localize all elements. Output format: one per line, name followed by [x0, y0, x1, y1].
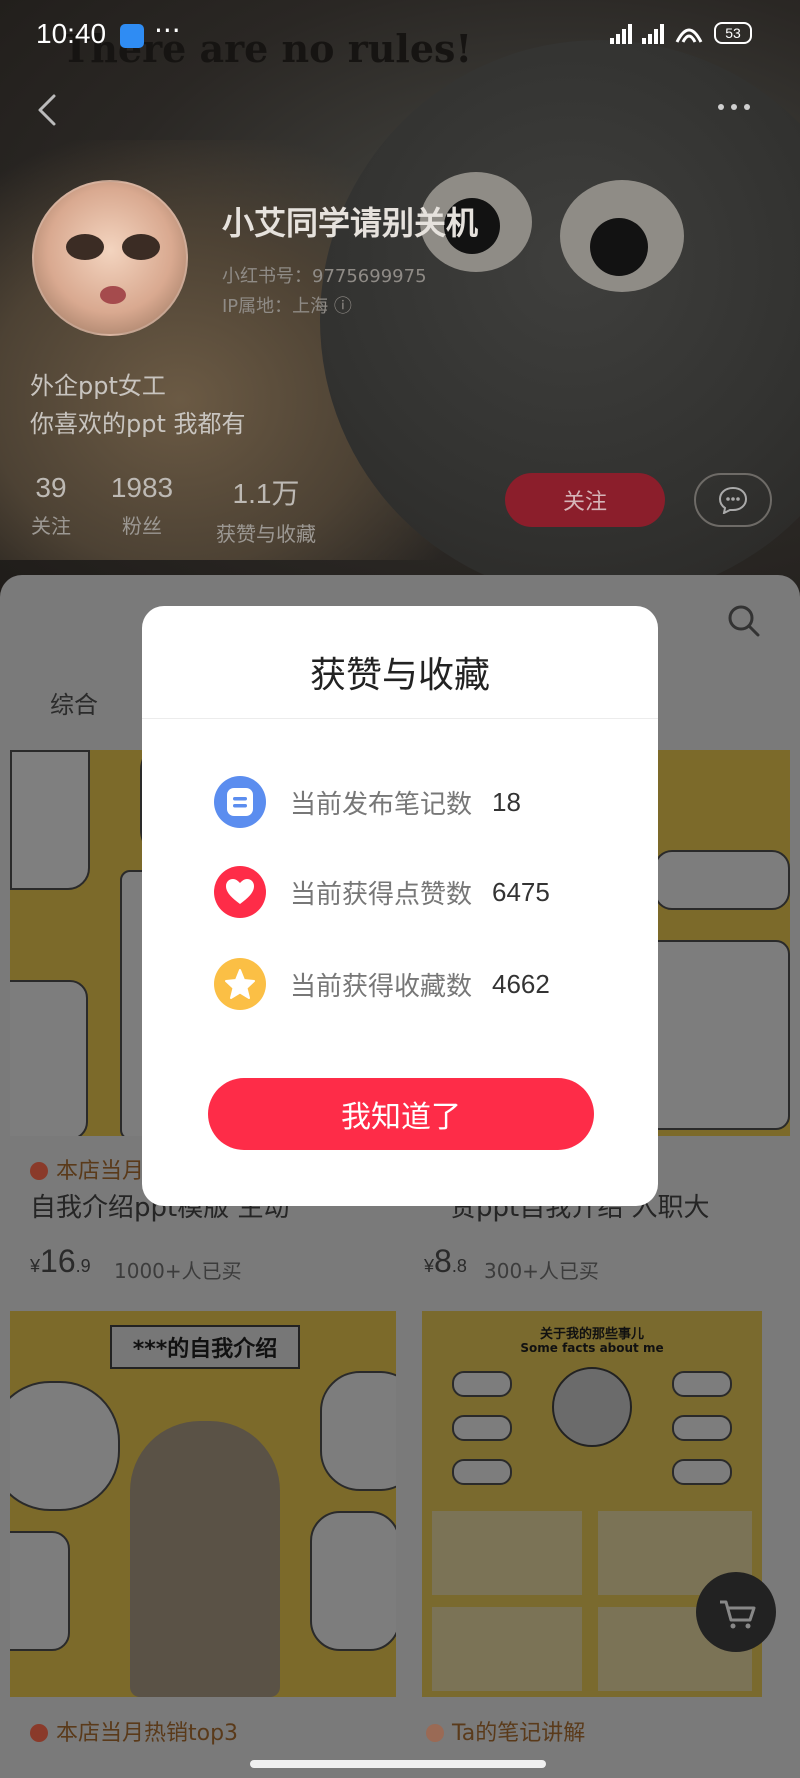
- card-cover-title: ***的自我介绍: [110, 1325, 300, 1369]
- status-time: 10:40: [36, 18, 107, 49]
- product-price: ¥8.8: [424, 1243, 467, 1279]
- shop-badge-icon: [30, 1724, 48, 1742]
- shop-badge-label: 本店当月: [56, 1159, 145, 1184]
- signal-hd-icon: [642, 22, 664, 44]
- chat-icon: [718, 486, 748, 514]
- stat-label: 粉丝: [122, 514, 162, 538]
- cart-icon: [720, 1600, 756, 1629]
- stat-likes-and-saves[interactable]: 1.1万 获赞与收藏: [210, 472, 322, 547]
- wifi-icon: [675, 28, 703, 43]
- notes-count-row: 当前发布笔记数 18: [214, 774, 614, 830]
- shop-badge-icon: [30, 1162, 48, 1180]
- message-button[interactable]: [694, 473, 772, 527]
- dialog-divider: [142, 718, 658, 719]
- profile-bio-line: 你喜欢的ppt 我都有: [30, 410, 246, 438]
- avatar[interactable]: [32, 180, 188, 336]
- follow-button[interactable]: 关注: [505, 473, 665, 527]
- profile-nickname: 小艾同学请别关机: [222, 204, 479, 242]
- likes-count-label: 当前获得点赞数: [290, 879, 473, 910]
- saves-count-value: 4662: [492, 968, 550, 999]
- more-notifications-icon: ···: [154, 14, 181, 47]
- stat-following[interactable]: 39 关注: [30, 472, 72, 539]
- likes-count-value: 6475: [492, 876, 550, 907]
- likes-count-row: 当前获得点赞数 6475: [214, 864, 614, 920]
- likes-and-saves-dialog: 获赞与收藏 当前发布笔记数 18 当前获得点赞数 6475 当前获得收藏数 46…: [142, 606, 658, 1206]
- profile-bio-line: 外企ppt女工: [30, 372, 166, 400]
- stat-value: 1.1万: [232, 478, 300, 509]
- note-badge-label: Ta的笔记讲解: [452, 1721, 586, 1746]
- profile-ip-location[interactable]: IP属地：上海 ⓘ: [222, 292, 352, 318]
- got-it-button[interactable]: 我知道了: [208, 1078, 594, 1150]
- note-icon: [214, 776, 266, 828]
- dialog-title: 获赞与收藏: [309, 655, 490, 696]
- star-icon: [214, 958, 266, 1010]
- note-badge: Ta的笔记讲解: [426, 1715, 585, 1747]
- home-indicator[interactable]: [250, 1760, 546, 1768]
- product-price: ¥16.9: [30, 1243, 91, 1279]
- signal-hd-icon: [610, 22, 632, 44]
- filter-chip-all[interactable]: 综合: [50, 685, 98, 720]
- shop-badge-label: 本店当月热销top3: [56, 1721, 239, 1746]
- cover-person-photo: [130, 1421, 280, 1697]
- status-bar: 10:40 ··· 53: [0, 0, 800, 72]
- saves-count-label: 当前获得收藏数: [290, 971, 473, 1002]
- background-pupil-right: [590, 218, 648, 276]
- card-cover-title: 关于我的那些事儿: [539, 1327, 644, 1342]
- app-notification-icon: [120, 24, 144, 48]
- stat-followers[interactable]: 1983 粉丝: [110, 472, 174, 539]
- profile-red-id: 小红书号：9775699975: [222, 266, 427, 287]
- stat-value: 39: [35, 472, 67, 503]
- saves-count-row: 当前获得收藏数 4662: [214, 956, 614, 1012]
- card-cover-subtitle: Some facts about me: [520, 1341, 664, 1355]
- shop-badge: 本店当月: [30, 1153, 144, 1185]
- cover-person-photo: [552, 1367, 632, 1447]
- heart-icon: [214, 866, 266, 918]
- more-options-icon[interactable]: [718, 92, 768, 122]
- shopping-cart-button[interactable]: [696, 1572, 776, 1652]
- product-card-image[interactable]: ***的自我介绍: [10, 1311, 396, 1697]
- stat-label: 关注: [31, 514, 71, 538]
- product-sold-count: 1000+人已买: [114, 1259, 242, 1283]
- stat-label: 获赞与收藏: [216, 522, 316, 546]
- product-sold-count: 300+人已买: [484, 1259, 599, 1283]
- search-icon[interactable]: [724, 601, 764, 641]
- note-badge-icon: [426, 1724, 444, 1742]
- notes-count-value: 18: [492, 786, 521, 817]
- shop-badge: 本店当月热销top3: [30, 1715, 238, 1747]
- back-icon[interactable]: [28, 90, 68, 130]
- stat-value: 1983: [110, 472, 174, 503]
- battery-icon: 53: [714, 22, 752, 44]
- notes-count-label: 当前发布笔记数: [290, 789, 473, 820]
